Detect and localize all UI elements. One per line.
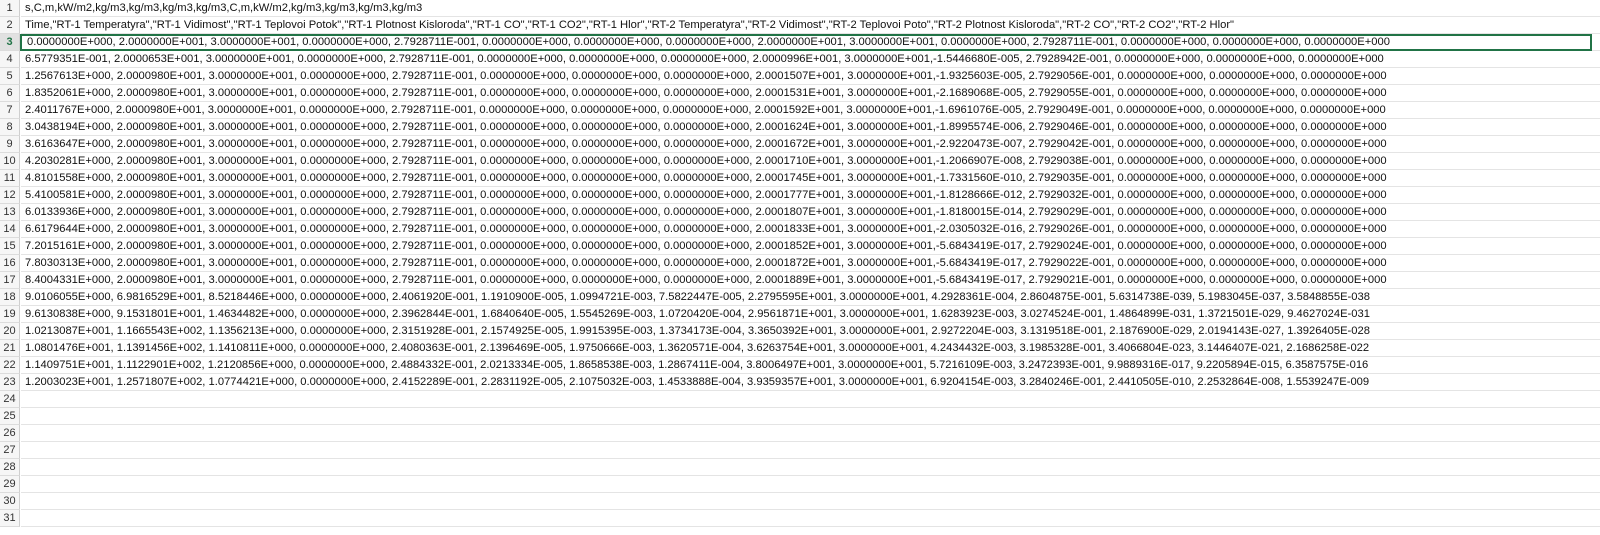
table-row[interactable]: 6 1.8352061E+000, 2.0000980E+001, 3.00000… xyxy=(0,85,1600,102)
table-row[interactable]: 4 6.5779351E-001, 2.0000653E+001, 3.00000… xyxy=(0,51,1600,68)
table-row[interactable]: 24 xyxy=(0,391,1600,408)
table-row[interactable]: 14 6.6179644E+000, 2.0000980E+001, 3.0000… xyxy=(0,221,1600,238)
table-row[interactable]: 11 4.8101558E+000, 2.0000980E+001, 3.0000… xyxy=(0,170,1600,187)
table-row[interactable]: 15 7.2015161E+000, 2.0000980E+001, 3.0000… xyxy=(0,238,1600,255)
row-header[interactable]: 6 xyxy=(0,85,20,102)
cell-a[interactable]: 1.8352061E+000, 2.0000980E+001, 3.000000… xyxy=(20,85,1597,102)
table-row[interactable]: 2 Time,"RT-1 Temperatyra","RT-1 Vidimost"… xyxy=(0,17,1600,34)
cell-a[interactable] xyxy=(20,442,1597,459)
table-row[interactable]: 20 1.0213087E+001, 1.1665543E+002, 1.1356… xyxy=(0,323,1600,340)
table-row[interactable]: 7 2.4011767E+000, 2.0000980E+001, 3.00000… xyxy=(0,102,1600,119)
cell-a[interactable]: 3.6163647E+000, 2.0000980E+001, 3.000000… xyxy=(20,136,1597,153)
table-row[interactable]: 3 0.0000000E+000, 2.0000000E+001, 3.00000… xyxy=(0,34,1600,51)
cell-a[interactable] xyxy=(20,408,1597,425)
row-header[interactable]: 18 xyxy=(0,289,20,306)
table-row[interactable]: 16 7.8030313E+000, 2.0000980E+001, 3.0000… xyxy=(0,255,1600,272)
table-row[interactable]: 29 xyxy=(0,476,1600,493)
row-header[interactable]: 25 xyxy=(0,408,20,425)
row-header[interactable]: 4 xyxy=(0,51,20,68)
cell-a[interactable]: 7.8030313E+000, 2.0000980E+001, 3.000000… xyxy=(20,255,1597,272)
cell-a[interactable]: 7.2015161E+000, 2.0000980E+001, 3.000000… xyxy=(20,238,1597,255)
table-row[interactable]: 19 9.6130838E+000, 9.1531801E+001, 1.4634… xyxy=(0,306,1600,323)
cell-a[interactable]: 4.2030281E+000, 2.0000980E+001, 3.000000… xyxy=(20,153,1597,170)
cell-a[interactable]: 6.5779351E-001, 2.0000653E+001, 3.000000… xyxy=(20,51,1597,68)
table-row[interactable]: 28 xyxy=(0,459,1600,476)
row-header[interactable]: 15 xyxy=(0,238,20,255)
cell-a[interactable]: Time,"RT-1 Temperatyra","RT-1 Vidimost",… xyxy=(20,17,1597,34)
cell-a[interactable]: 2.4011767E+000, 2.0000980E+001, 3.000000… xyxy=(20,102,1597,119)
row-header[interactable]: 11 xyxy=(0,170,20,187)
table-row[interactable]: 8 3.0438194E+000, 2.0000980E+001, 3.00000… xyxy=(0,119,1600,136)
table-row[interactable]: 17 8.4004331E+000, 2.0000980E+001, 3.0000… xyxy=(0,272,1600,289)
row-header[interactable]: 5 xyxy=(0,68,20,85)
cell-a[interactable] xyxy=(20,510,1597,527)
cell-a[interactable]: 1.1409751E+001, 1.1122901E+002, 1.212085… xyxy=(20,357,1597,374)
row-header[interactable]: 3 xyxy=(0,34,20,51)
row-header[interactable]: 28 xyxy=(0,459,20,476)
row-header[interactable]: 2 xyxy=(0,17,20,34)
table-row[interactable]: 22 1.1409751E+001, 1.1122901E+002, 1.2120… xyxy=(0,357,1600,374)
row-header[interactable]: 10 xyxy=(0,153,20,170)
table-row[interactable]: 27 xyxy=(0,442,1600,459)
table-row[interactable]: 13 6.0133936E+000, 2.0000980E+001, 3.0000… xyxy=(0,204,1600,221)
table-row[interactable]: 12 5.4100581E+000, 2.0000980E+001, 3.0000… xyxy=(0,187,1600,204)
table-row[interactable]: 26 xyxy=(0,425,1600,442)
cell-a[interactable]: 4.8101558E+000, 2.0000980E+001, 3.000000… xyxy=(20,170,1597,187)
row-header[interactable]: 31 xyxy=(0,510,20,527)
table-row[interactable]: 10 4.2030281E+000, 2.0000980E+001, 3.0000… xyxy=(0,153,1600,170)
table-row[interactable]: 21 1.0801476E+001, 1.1391456E+002, 1.1410… xyxy=(0,340,1600,357)
row-header[interactable]: 12 xyxy=(0,187,20,204)
table-row[interactable]: 31 xyxy=(0,510,1600,527)
row-header[interactable]: 16 xyxy=(0,255,20,272)
row-header[interactable]: 19 xyxy=(0,306,20,323)
row-header[interactable]: 27 xyxy=(0,442,20,459)
cell-a[interactable]: 1.0213087E+001, 1.1665543E+002, 1.135621… xyxy=(20,323,1597,340)
cell-a[interactable]: 5.4100581E+000, 2.0000980E+001, 3.000000… xyxy=(20,187,1597,204)
row-header[interactable]: 29 xyxy=(0,476,20,493)
row-header[interactable]: 9 xyxy=(0,136,20,153)
cell-a[interactable] xyxy=(20,459,1597,476)
row-header[interactable]: 20 xyxy=(0,323,20,340)
table-row[interactable]: 18 9.0106055E+000, 6.9816529E+001, 8.5218… xyxy=(0,289,1600,306)
table-row[interactable]: 9 3.6163647E+000, 2.0000980E+001, 3.00000… xyxy=(0,136,1600,153)
cell-a[interactable]: s,C,m,kW/m2,kg/m3,kg/m3,kg/m3,kg/m3,C,m,… xyxy=(20,0,1597,17)
cell-a[interactable]: 6.0133936E+000, 2.0000980E+001, 3.000000… xyxy=(20,204,1597,221)
cell-a[interactable] xyxy=(20,476,1597,493)
cell-a[interactable]: 0.0000000E+000, 2.0000000E+001, 3.000000… xyxy=(20,34,1592,51)
cell-a[interactable] xyxy=(20,391,1597,408)
row-header[interactable]: 23 xyxy=(0,374,20,391)
table-row[interactable]: 25 xyxy=(0,408,1600,425)
cell-a[interactable]: 9.6130838E+000, 9.1531801E+001, 1.463448… xyxy=(20,306,1597,323)
cell-a[interactable]: 1.0801476E+001, 1.1391456E+002, 1.141081… xyxy=(20,340,1597,357)
cell-a[interactable]: 1.2567613E+000, 2.0000980E+001, 3.000000… xyxy=(20,68,1597,85)
row-header[interactable]: 21 xyxy=(0,340,20,357)
cell-a[interactable]: 6.6179644E+000, 2.0000980E+001, 3.000000… xyxy=(20,221,1597,238)
cell-a[interactable] xyxy=(20,493,1597,510)
row-header[interactable]: 30 xyxy=(0,493,20,510)
row-header[interactable]: 26 xyxy=(0,425,20,442)
spreadsheet-grid[interactable]: 1 s,C,m,kW/m2,kg/m3,kg/m3,kg/m3,kg/m3,C,m… xyxy=(0,0,1600,535)
cell-a[interactable]: 9.0106055E+000, 6.9816529E+001, 8.521844… xyxy=(20,289,1597,306)
table-row[interactable]: 30 xyxy=(0,493,1600,510)
row-header[interactable]: 24 xyxy=(0,391,20,408)
cell-a[interactable]: 3.0438194E+000, 2.0000980E+001, 3.000000… xyxy=(20,119,1597,136)
row-header[interactable]: 8 xyxy=(0,119,20,136)
row-list: 1 s,C,m,kW/m2,kg/m3,kg/m3,kg/m3,kg/m3,C,m… xyxy=(0,0,1600,527)
table-row[interactable]: 1 s,C,m,kW/m2,kg/m3,kg/m3,kg/m3,kg/m3,C,m… xyxy=(0,0,1600,17)
row-header[interactable]: 22 xyxy=(0,357,20,374)
cell-a[interactable]: 8.4004331E+000, 2.0000980E+001, 3.000000… xyxy=(20,272,1597,289)
row-header[interactable]: 14 xyxy=(0,221,20,238)
table-row[interactable]: 23 1.2003023E+001, 1.2571807E+002, 1.0774… xyxy=(0,374,1600,391)
row-header[interactable]: 1 xyxy=(0,0,20,17)
row-header[interactable]: 7 xyxy=(0,102,20,119)
row-header[interactable]: 17 xyxy=(0,272,20,289)
row-header[interactable]: 13 xyxy=(0,204,20,221)
cell-a[interactable]: 1.2003023E+001, 1.2571807E+002, 1.077442… xyxy=(20,374,1597,391)
cell-a[interactable] xyxy=(20,425,1597,442)
table-row[interactable]: 5 1.2567613E+000, 2.0000980E+001, 3.00000… xyxy=(0,68,1600,85)
